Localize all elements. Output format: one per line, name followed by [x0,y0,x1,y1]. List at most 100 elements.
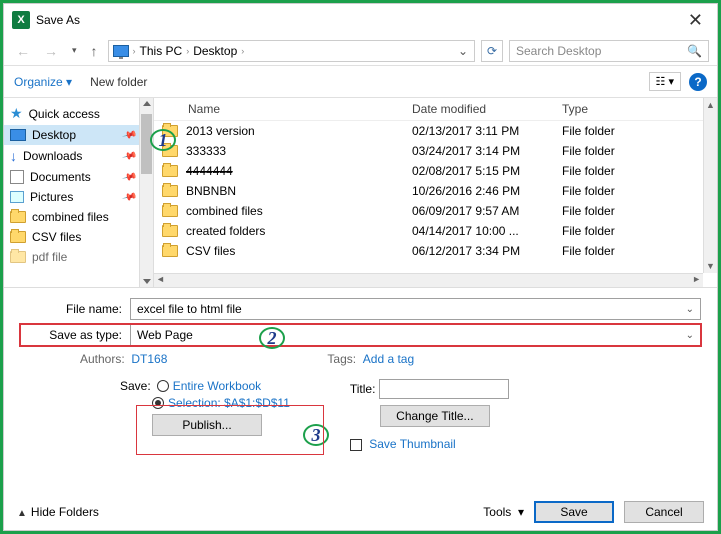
column-type[interactable]: Type [562,102,709,116]
file-date: 02/08/2017 5:15 PM [412,164,562,178]
column-date[interactable]: Date modified [412,102,562,116]
file-date: 06/12/2017 3:34 PM [412,244,562,258]
table-row[interactable]: combined files 06/09/2017 9:57 AMFile fol… [154,201,717,221]
nav-bar: ← → ▾ ↑ › This PC› Desktop› ⌄ ⟳ Search D… [4,36,717,66]
sidebar-item-desktop[interactable]: Desktop 📌 [4,125,153,145]
download-icon: ↓ [10,148,17,164]
save-button[interactable]: Save [534,501,614,523]
sidebar-item-pictures[interactable]: Pictures 📌 [4,187,153,207]
save-as-dialog: X Save As ✕ ← → ▾ ↑ › This PC› Desktop› … [3,3,718,531]
titlebar: X Save As ✕ [4,4,717,36]
file-date: 06/09/2017 9:57 AM [412,204,562,218]
folder-icon [162,165,178,177]
up-button[interactable]: ↑ [87,41,102,61]
folder-icon [162,145,178,157]
sidebar: ★ Quick access Desktop 📌 ↓ Downloads 📌 D… [4,98,154,287]
selection-label: Selection: $A$1:$D$11 [168,396,290,410]
authors-label: Authors: [80,352,125,366]
saveastype-combo[interactable]: Web Page ⌄ [130,324,701,346]
chevron-down-icon[interactable]: ⌄ [686,330,694,341]
table-row[interactable]: 333333 03/24/2017 3:14 PMFile folder [154,141,717,161]
view-button[interactable]: ☷ ▾ [649,72,681,91]
search-input[interactable]: Search Desktop 🔍 [509,40,709,62]
saveastype-label: Save as type: [20,328,130,342]
new-folder-button[interactable]: New folder [90,75,147,89]
file-type: File folder [562,124,709,138]
help-button[interactable]: ? [689,73,707,91]
change-title-button[interactable]: Change Title... [380,405,490,427]
breadcrumb-pc[interactable]: This PC [140,44,183,58]
toolbar: Organize ▾ New folder ☷ ▾ ? [4,66,717,98]
file-scrollbar-h[interactable] [154,273,703,287]
file-name: 333333 [186,144,226,158]
close-button[interactable]: ✕ [682,10,709,31]
file-scrollbar-v[interactable] [703,98,717,273]
excel-icon: X [12,11,30,29]
hide-folders-button[interactable]: ▲Hide Folders [17,505,99,519]
file-type: File folder [562,144,709,158]
table-row[interactable]: 2013 version02/13/2017 3:11 PMFile folde… [154,121,717,141]
star-icon: ★ [10,105,23,122]
pin-icon: 📌 [121,189,137,205]
sidebar-item-downloads[interactable]: ↓ Downloads 📌 [4,145,153,167]
title-label: Title: [350,382,376,396]
table-row[interactable]: BNBNBN10/26/2016 2:46 PMFile folder [154,181,717,201]
title-input[interactable] [379,379,509,399]
address-bar[interactable]: › This PC› Desktop› ⌄ [108,40,475,62]
tags-value[interactable]: Add a tag [363,352,414,366]
sidebar-item-quick-access[interactable]: ★ Quick access [4,102,153,125]
pictures-icon [10,191,24,203]
column-name[interactable]: Name [162,102,412,116]
sidebar-item-combined[interactable]: combined files [4,207,153,227]
file-date: 04/14/2017 10:00 ... [412,224,562,238]
refresh-button[interactable]: ⟳ [481,40,503,62]
search-icon: 🔍 [687,44,702,58]
table-row[interactable]: created folders 04/14/2017 10:00 ...File … [154,221,717,241]
organize-menu[interactable]: Organize ▾ [14,75,72,89]
chevron-down-icon[interactable]: ⌄ [686,304,694,315]
publish-button[interactable]: Publish... [152,414,262,436]
save-form: File name: excel file to html file ⌄ Sav… [4,288,717,457]
pin-icon: 📌 [121,148,137,164]
sidebar-scrollbar[interactable] [139,98,153,287]
pin-icon: 📌 [121,127,137,143]
pc-icon [113,45,129,57]
authors-value[interactable]: DT168 [131,352,167,366]
file-date: 03/24/2017 3:14 PM [412,144,562,158]
table-row[interactable]: CSV files06/12/2017 3:34 PMFile folder [154,241,717,261]
sidebar-item-pdf[interactable]: pdf file [4,247,153,267]
forward-button[interactable]: → [40,41,62,61]
table-row[interactable]: 444444402/08/2017 5:15 PMFile folder [154,161,717,181]
breadcrumb-desktop[interactable]: Desktop [193,44,237,58]
folder-icon [162,245,178,257]
entire-workbook-label: Entire Workbook [173,379,261,393]
file-type: File folder [562,224,709,238]
bottom-bar: ▲Hide Folders Tools ▾ Save Cancel [17,501,704,523]
folder-icon [10,231,26,243]
sidebar-item-csv[interactable]: CSV files [4,227,153,247]
desktop-icon [10,129,26,141]
file-date: 02/13/2017 3:11 PM [412,124,562,138]
file-type: File folder [562,244,709,258]
document-icon [10,170,24,184]
file-type: File folder [562,184,709,198]
recent-dropdown[interactable]: ▾ [68,43,81,58]
file-name: 4444444 [186,164,233,178]
address-dropdown[interactable]: ⌄ [456,44,470,58]
tools-menu[interactable]: Tools ▾ [483,505,524,519]
filename-input[interactable]: excel file to html file ⌄ [130,298,701,320]
sidebar-item-documents[interactable]: Documents 📌 [4,167,153,187]
save-label: Save: [120,379,151,393]
file-type: File folder [562,204,709,218]
file-name: BNBNBN [186,184,236,198]
radio-selection[interactable] [152,397,164,409]
file-list: Name Date modified Type 2013 version02/1… [154,98,717,287]
tags-label: Tags: [327,352,356,366]
file-name: combined files [186,204,263,218]
cancel-button[interactable]: Cancel [624,501,704,523]
folder-icon [162,185,178,197]
back-button[interactable]: ← [12,41,34,61]
radio-entire-workbook[interactable] [157,380,169,392]
save-thumbnail-checkbox[interactable] [350,439,362,451]
file-name: created folders [186,224,265,238]
